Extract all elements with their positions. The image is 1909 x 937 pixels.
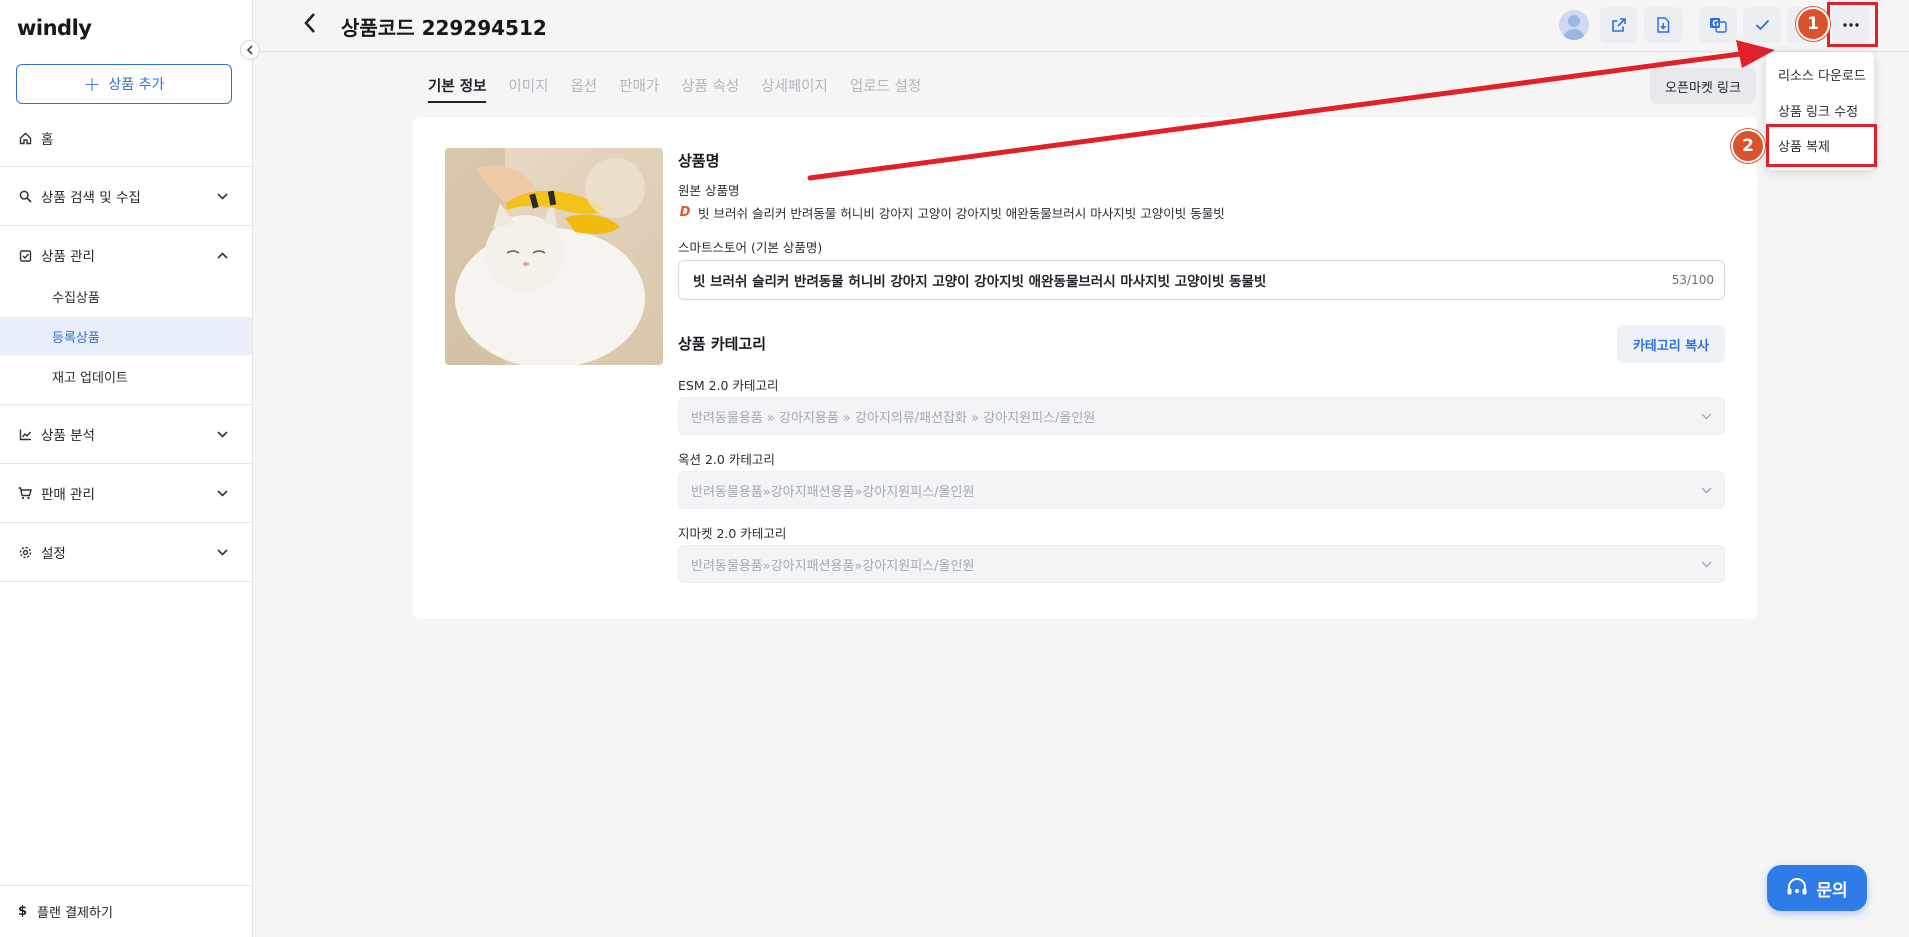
search-icon — [16, 190, 34, 203]
add-product-button[interactable]: + 상품 추가 — [16, 64, 232, 104]
auction-category-select[interactable]: 반려동물용품»강아지패션용품»강아지원피스/올인원 — [678, 471, 1725, 509]
sidebar-item-label: 판매 관리 — [41, 487, 95, 503]
collapse-sidebar-button[interactable] — [240, 40, 260, 60]
chart-icon — [16, 428, 34, 441]
avatar[interactable] — [1559, 10, 1589, 40]
auction-category-label: 옥션 2.0 카테고리 — [678, 452, 775, 467]
category-section-title: 상품 카테고리 — [678, 335, 767, 353]
divider — [0, 404, 252, 405]
file-download-icon — [1657, 17, 1670, 33]
logo: windly — [17, 16, 92, 40]
original-name-text: 빗 브러쉬 슬리커 반려동물 허니비 강아지 고양이 강아지빗 애완동물브러시 … — [698, 206, 1225, 221]
name-char-count: 53/100 — [1671, 273, 1714, 287]
file-download-button[interactable] — [1644, 7, 1682, 43]
plus-icon: + — [83, 72, 101, 96]
add-product-label: 상품 추가 — [108, 77, 165, 93]
tab-upload-settings[interactable]: 업로드 설정 — [850, 75, 921, 103]
sidebar-subitem-collected[interactable]: 수집상품 — [0, 277, 252, 315]
product-image — [445, 148, 663, 365]
sidebar-item-settings[interactable]: 설정 — [0, 532, 252, 572]
divider — [0, 522, 252, 523]
tab-detail-page[interactable]: 상세페이지 — [761, 75, 828, 103]
plan-label: 플랜 결제하기 — [37, 906, 113, 921]
external-link-button[interactable] — [1600, 7, 1638, 43]
tab-attributes[interactable]: 상품 속성 — [681, 75, 739, 103]
esm-category-label: ESM 2.0 카테고리 — [678, 378, 779, 393]
step-badge-1: 1 — [1796, 7, 1830, 41]
sidebar-subitem-stock-update[interactable]: 재고 업데이트 — [0, 357, 252, 395]
sidebar-item-label: 설정 — [41, 546, 66, 562]
product-name-section-title: 상품명 — [678, 152, 720, 170]
check-icon — [1755, 19, 1769, 31]
page-header: 상품코드 229294512 G — [253, 0, 1909, 52]
sidebar-item-analysis[interactable]: 상품 분석 — [0, 414, 252, 454]
step-badge-2: 2 — [1731, 129, 1765, 163]
esm-category-value: 반려동물용품 » 강아지용품 » 강아지의류/패션잡화 » 강아지원피스/올인원 — [691, 410, 1096, 426]
esm-category-select[interactable]: 반려동물용품 » 강아지용품 » 강아지의류/패션잡화 » 강아지원피스/올인원 — [678, 397, 1725, 435]
inquiry-label: 문의 — [1816, 880, 1848, 901]
plan-payment-link[interactable]: $ 플랜 결제하기 — [0, 885, 252, 937]
tab-basic-info[interactable]: 기본 정보 — [428, 75, 487, 103]
cart-icon — [16, 486, 34, 500]
source-logo-icon: D — [679, 205, 691, 220]
confirm-button[interactable] — [1743, 7, 1781, 43]
divider — [0, 225, 252, 226]
chevron-down-icon — [217, 189, 228, 203]
smartstore-name-input[interactable]: 빗 브러쉬 슬리커 반려동물 허니비 강아지 고양이 강아지빗 애완동물브러시 … — [678, 260, 1725, 300]
chevron-down-icon — [1701, 558, 1712, 571]
product-tabs: 기본 정보 이미지 옵션 판매가 상품 속성 상세페이지 업로드 설정 — [428, 75, 943, 103]
gear-icon — [16, 546, 34, 559]
inquiry-button[interactable]: 문의 — [1767, 865, 1867, 911]
clipboard-check-icon — [16, 249, 34, 262]
openmarket-link-button[interactable]: 오픈마켓 링크 — [1650, 68, 1756, 104]
translate-button[interactable]: G — [1699, 7, 1737, 43]
menu-item-edit-product-link[interactable]: 상품 링크 수정 — [1778, 101, 1858, 120]
external-link-icon — [1612, 18, 1626, 32]
gmarket-category-select[interactable]: 반려동물용품»강아지패션용품»강아지원피스/올인원 — [678, 545, 1725, 583]
divider — [0, 581, 252, 582]
menu-item-resource-download[interactable]: 리소스 다운로드 — [1778, 65, 1866, 84]
chevron-down-icon — [1701, 410, 1712, 423]
product-card: 상품명 원본 상품명 D 빗 브러쉬 슬리커 반려동물 허니비 강아지 고양이 … — [413, 117, 1757, 619]
chevron-down-icon — [217, 486, 228, 500]
sidebar-item-label: 홈 — [41, 132, 54, 148]
highlight-duplicate-item — [1766, 124, 1877, 167]
translate-icon: G — [1710, 18, 1727, 33]
sidebar-item-search-collect[interactable]: 상품 검색 및 수집 — [0, 176, 252, 216]
tab-options[interactable]: 옵션 — [570, 75, 597, 103]
chevron-down-icon — [217, 427, 228, 441]
gmarket-category-value: 반려동물용품»강아지패션용품»강아지원피스/올인원 — [691, 558, 975, 574]
sidebar-item-label: 상품 검색 및 수집 — [41, 190, 141, 206]
chevron-down-icon — [217, 545, 228, 559]
gmarket-category-label: 지마켓 2.0 카테고리 — [678, 526, 787, 541]
back-arrow-icon[interactable] — [303, 12, 317, 40]
smartstore-name-value: 빗 브러쉬 슬리커 반려동물 허니비 강아지 고양이 강아지빗 애완동물브러시 … — [693, 274, 1267, 290]
divider — [0, 166, 252, 167]
page-title: 상품코드 229294512 — [341, 16, 547, 40]
sidebar-item-label: 상품 분석 — [41, 428, 95, 444]
sidebar-subitem-registered[interactable]: 등록상품 — [0, 317, 252, 355]
divider — [0, 463, 252, 464]
highlight-more-button — [1827, 2, 1878, 47]
category-copy-button[interactable]: 카테고리 복사 — [1617, 325, 1725, 363]
sidebar-item-home[interactable]: 홈 — [0, 118, 252, 158]
sidebar-item-sales-manage[interactable]: 판매 관리 — [0, 473, 252, 513]
chevron-up-icon — [217, 248, 228, 262]
original-name: D 빗 브러쉬 슬리커 반려동물 허니비 강아지 고양이 강아지빗 애완동물브러… — [678, 203, 1225, 222]
tab-price[interactable]: 판매가 — [619, 75, 659, 103]
home-icon — [16, 132, 34, 145]
sidebar-item-label: 상품 관리 — [41, 249, 95, 265]
dollar-icon: $ — [18, 904, 28, 919]
sidebar: windly + 상품 추가 홈 상품 검색 및 수집 상품 관리 수집상품 등… — [0, 0, 253, 937]
auction-category-value: 반려동물용품»강아지패션용품»강아지원피스/올인원 — [691, 484, 975, 500]
chevron-down-icon — [1701, 484, 1712, 497]
tab-image[interactable]: 이미지 — [508, 75, 548, 103]
sidebar-item-product-manage[interactable]: 상품 관리 — [0, 235, 252, 275]
original-name-label: 원본 상품명 — [678, 183, 740, 198]
smartstore-name-label: 스마트스토어 (기본 상품명) — [678, 240, 823, 255]
headset-icon — [1787, 878, 1807, 895]
